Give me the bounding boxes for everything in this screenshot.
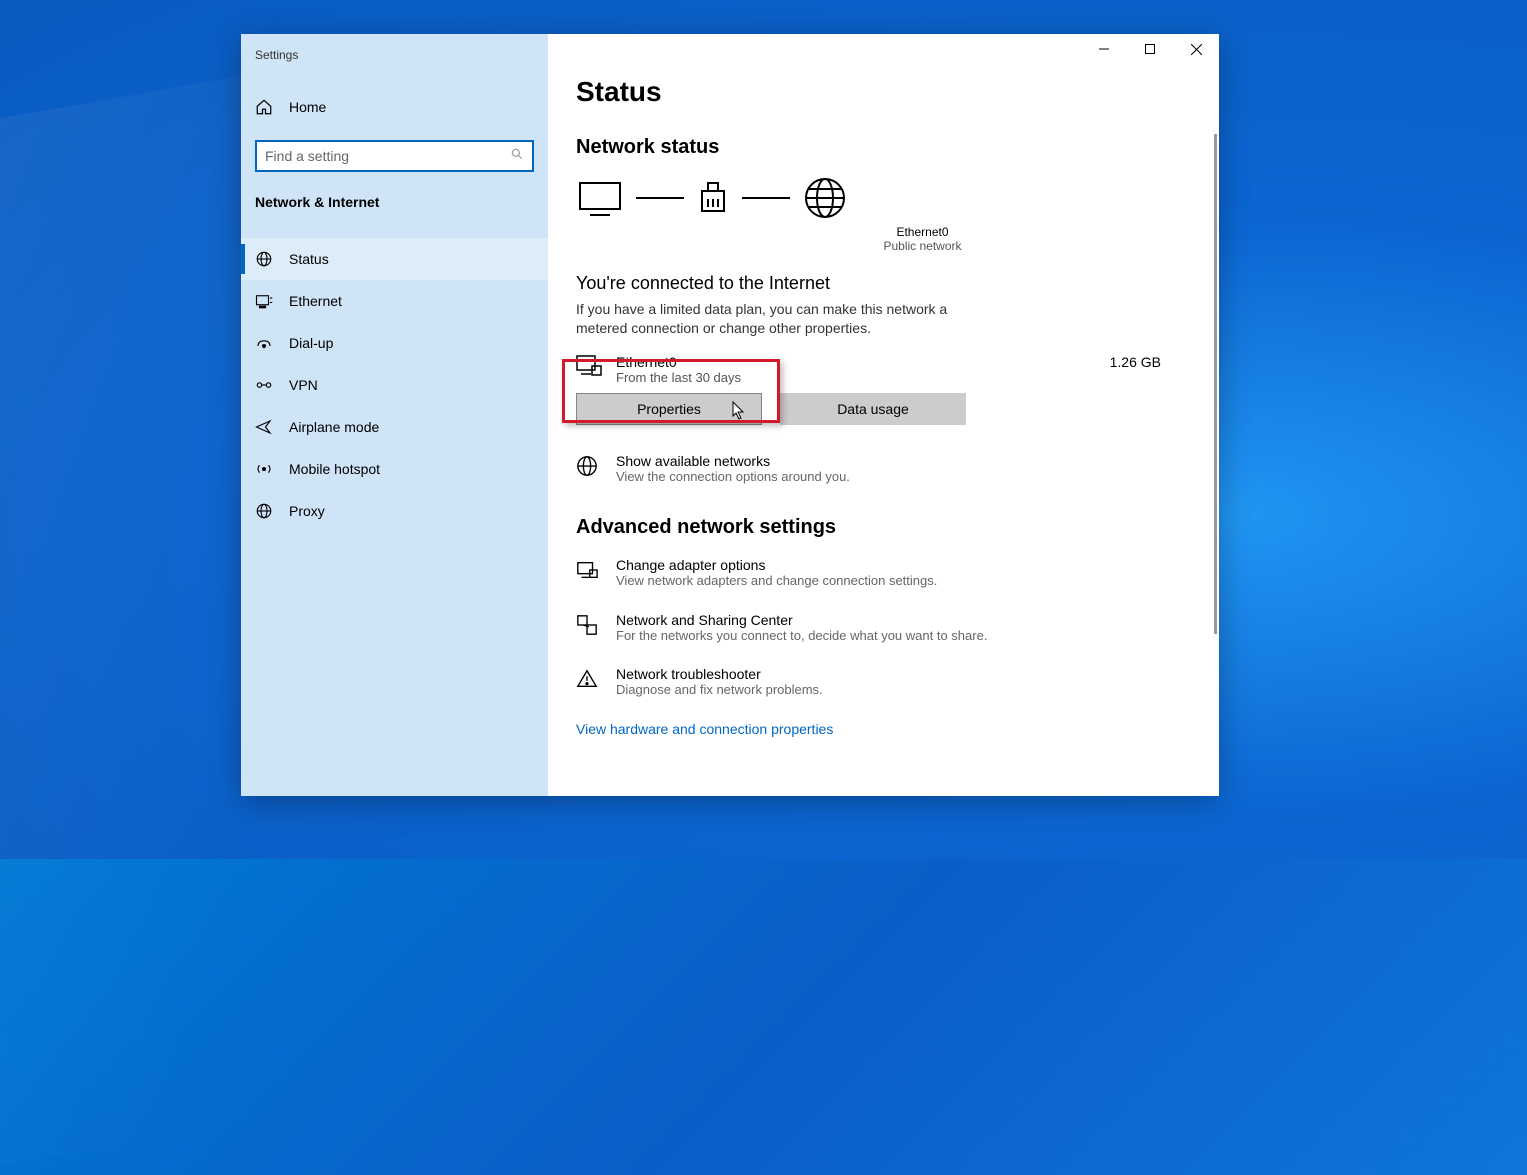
data-usage-button[interactable]: Data usage — [780, 393, 966, 425]
dialup-icon — [255, 334, 273, 352]
option-sub: View network adapters and change connect… — [616, 573, 937, 590]
sidebar: Settings Home Network & Internet Status — [241, 34, 548, 796]
vpn-icon — [255, 376, 273, 394]
window-title: Settings — [241, 44, 548, 74]
nav-item-airplane[interactable]: Airplane mode — [241, 406, 548, 448]
sharing-icon — [576, 614, 598, 641]
search-box[interactable] — [255, 140, 534, 172]
diagram-line — [636, 197, 684, 199]
connection-buttons: Properties Data usage — [576, 393, 1191, 425]
adapter-icon — [576, 559, 598, 586]
advanced-heading: Advanced network settings — [576, 516, 1191, 539]
network-diagram — [578, 177, 1191, 219]
nav-item-dialup[interactable]: Dial-up — [241, 322, 548, 364]
ethernet-icon — [255, 292, 273, 310]
show-networks-option[interactable]: Show available networks View the connect… — [576, 453, 996, 486]
home-nav[interactable]: Home — [241, 88, 548, 126]
option-sub: View the connection options around you. — [616, 469, 850, 486]
view-hardware-link[interactable]: View hardware and connection properties — [576, 721, 1191, 737]
page-title: Status — [576, 76, 1191, 108]
warning-icon — [576, 668, 598, 695]
home-label: Home — [289, 99, 326, 115]
category-label: Network & Internet — [241, 172, 548, 226]
adapter-name: Ethernet0 — [654, 225, 1191, 239]
nav-item-status[interactable]: Status — [241, 238, 548, 280]
diagram-labels: Ethernet0 Public network — [654, 225, 1191, 253]
globe-icon — [576, 455, 598, 482]
sharing-center-option[interactable]: Network and Sharing Center For the netwo… — [576, 612, 996, 645]
option-title: Network and Sharing Center — [616, 612, 987, 628]
option-title: Change adapter options — [616, 557, 937, 573]
content-area: Status Network status Ethernet0 Public n… — [548, 34, 1219, 796]
nav-item-label: Ethernet — [289, 293, 342, 309]
search-icon — [510, 147, 524, 166]
network-status-heading: Network status — [576, 136, 1191, 159]
change-adapter-option[interactable]: Change adapter options View network adap… — [576, 557, 996, 590]
connection-icon — [576, 354, 602, 383]
diagram-line — [742, 197, 790, 199]
proxy-icon — [255, 502, 273, 520]
troubleshooter-option[interactable]: Network troubleshooter Diagnose and fix … — [576, 666, 996, 699]
option-title: Network troubleshooter — [616, 666, 823, 682]
scrollbar[interactable] — [1214, 134, 1217, 634]
option-title: Show available networks — [616, 453, 850, 469]
connection-sub: From the last 30 days — [616, 370, 1096, 385]
connection-row: Ethernet0 From the last 30 days 1.26 GB — [576, 354, 1191, 385]
status-icon — [255, 250, 273, 268]
nav-list: Status Ethernet Dial-up VPN — [241, 238, 548, 532]
properties-button[interactable]: Properties — [576, 393, 762, 425]
nav-item-label: Status — [289, 251, 329, 267]
adapter-icon — [698, 181, 728, 215]
nav-item-label: Proxy — [289, 503, 325, 519]
search-input[interactable] — [265, 148, 510, 164]
nav-item-label: VPN — [289, 377, 318, 393]
network-type: Public network — [654, 239, 1191, 253]
nav-item-label: Airplane mode — [289, 419, 379, 435]
nav-item-label: Mobile hotspot — [289, 461, 380, 477]
option-sub: For the networks you connect to, decide … — [616, 628, 987, 645]
connection-name: Ethernet0 — [616, 354, 1096, 370]
nav-item-vpn[interactable]: VPN — [241, 364, 548, 406]
connected-description: If you have a limited data plan, you can… — [576, 300, 956, 338]
computer-icon — [578, 179, 622, 217]
home-icon — [255, 98, 273, 116]
hotspot-icon — [255, 460, 273, 478]
airplane-icon — [255, 418, 273, 436]
data-usage-value: 1.26 GB — [1110, 354, 1161, 370]
nav-item-label: Dial-up — [289, 335, 333, 351]
option-sub: Diagnose and fix network problems. — [616, 682, 823, 699]
settings-window: Settings Home Network & Internet Status — [241, 34, 1219, 796]
connected-heading: You're connected to the Internet — [576, 273, 1191, 294]
main-pane: Status Network status Ethernet0 Public n… — [548, 34, 1219, 796]
nav-item-hotspot[interactable]: Mobile hotspot — [241, 448, 548, 490]
nav-item-proxy[interactable]: Proxy — [241, 490, 548, 532]
nav-item-ethernet[interactable]: Ethernet — [241, 280, 548, 322]
globe-icon — [804, 177, 846, 219]
